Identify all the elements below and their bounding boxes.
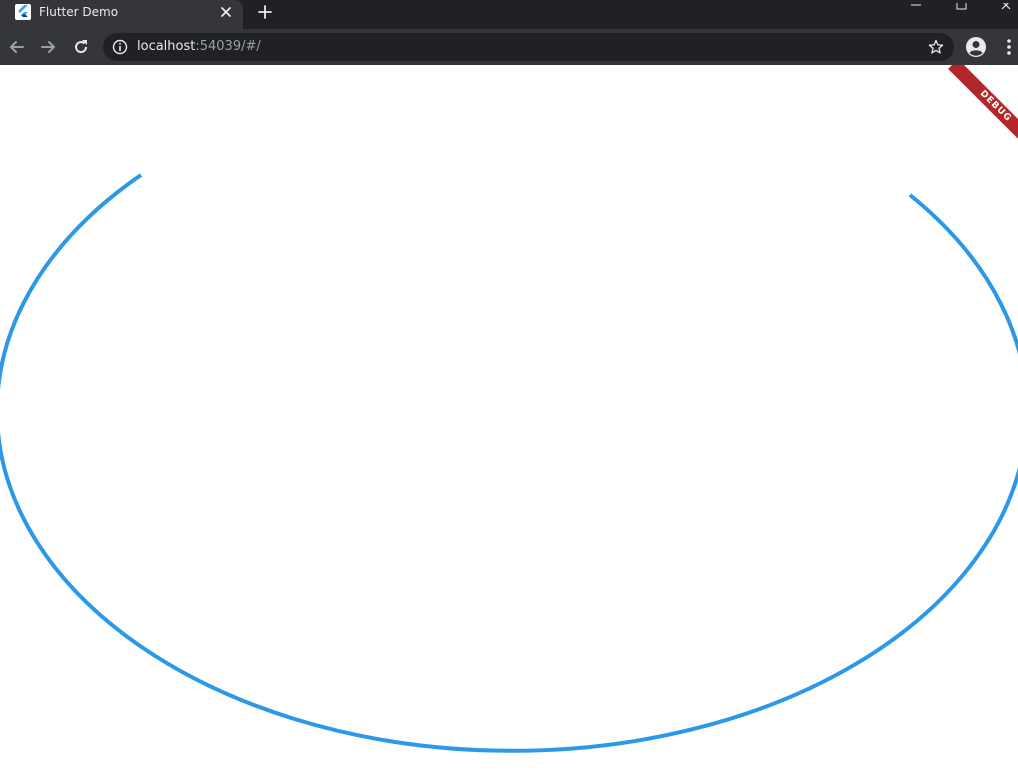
maximize-icon[interactable] [952,0,972,12]
url-path: :54039/#/ [195,39,261,54]
tab-title: Flutter Demo [39,5,119,19]
browser-window: Flutter Demo localhost:54039/#/ DEBUG [0,0,1018,775]
flutter-canvas: DEBUG [0,65,1018,775]
profile-avatar-icon[interactable] [965,36,987,58]
address-bar[interactable]: localhost:54039/#/ [103,33,954,61]
flutter-logo-icon [15,4,31,20]
browser-toolbar: localhost:54039/#/ [0,29,1018,65]
url-host: localhost [137,39,196,54]
site-info-icon[interactable] [112,39,128,55]
canvas-svg [0,173,1018,753]
blue-arc [0,173,1018,753]
bookmark-star-icon[interactable] [928,39,944,55]
minimize-icon[interactable] [906,0,926,12]
more-menu-icon[interactable] [1002,37,1016,57]
reload-icon[interactable] [71,37,91,57]
tab-flutter-demo[interactable]: Flutter Demo [0,0,243,29]
tab-close-icon[interactable] [218,4,234,20]
tab-strip: Flutter Demo [0,0,1018,29]
close-window-icon[interactable] [998,0,1018,12]
back-icon[interactable] [7,37,27,57]
new-tab-icon[interactable] [256,3,274,21]
url-text: localhost:54039/#/ [137,39,261,54]
forward-icon[interactable] [38,37,58,57]
